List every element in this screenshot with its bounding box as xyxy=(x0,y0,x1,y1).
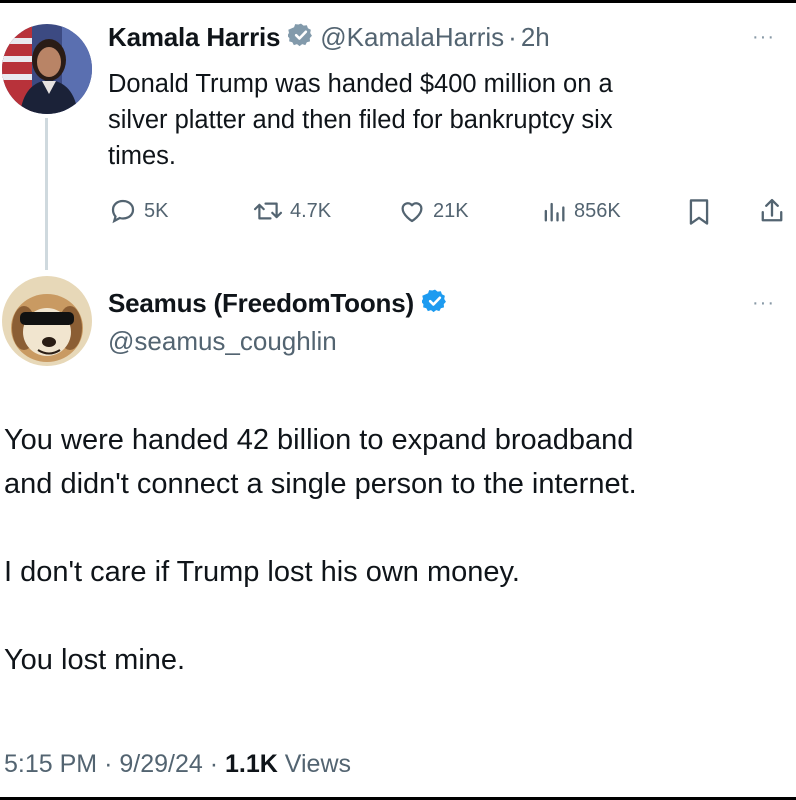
retweet-icon xyxy=(252,196,284,226)
author-handle[interactable]: @KamalaHarris xyxy=(320,22,504,53)
timestamp[interactable]: 2h xyxy=(521,22,550,53)
seamus-avatar[interactable] xyxy=(2,276,92,366)
separator-dot: · xyxy=(104,750,113,778)
views-count: 856K xyxy=(574,199,621,222)
post-date[interactable]: 9/29/24 xyxy=(119,750,202,778)
verified-blue-icon xyxy=(421,288,448,319)
retweet-button[interactable]: 4.7K xyxy=(252,196,331,226)
post-time[interactable]: 5:15 PM xyxy=(4,750,97,778)
text-line: You lost mine. xyxy=(4,644,186,676)
author-handle[interactable]: @seamus_coughlin xyxy=(108,326,337,357)
analytics-bars-icon xyxy=(540,196,568,226)
views-button[interactable]: 856K xyxy=(540,196,621,226)
tweet-meta: 5:15 PM · 9/29/24 · 1.1K Views xyxy=(4,750,351,779)
text-line: times. xyxy=(108,142,177,170)
view-count: 1.1K xyxy=(225,750,278,778)
heart-icon xyxy=(397,196,427,226)
top-border xyxy=(0,0,796,3)
reply-tweet-text: You were handed 42 billion to expand bro… xyxy=(4,418,794,682)
reply-tweet-header: Seamus (FreedomToons) xyxy=(108,288,448,319)
reply-count: 5K xyxy=(144,199,169,222)
bookmark-button[interactable] xyxy=(686,197,712,232)
share-icon xyxy=(758,198,786,230)
reply-button[interactable]: 5K xyxy=(108,196,168,226)
like-button[interactable]: 21K xyxy=(397,196,469,226)
bookmark-icon xyxy=(686,199,712,231)
original-tweet-text: Donald Trump was handed $400 million on … xyxy=(108,66,748,174)
text-line: Donald Trump was handed $400 million on … xyxy=(108,70,613,98)
more-options-icon[interactable]: ··· xyxy=(752,26,775,49)
separator-dot: · xyxy=(508,22,517,52)
author-name[interactable]: Kamala Harris xyxy=(108,22,280,53)
separator-dot: · xyxy=(209,750,219,778)
text-line: I don't care if Trump lost his own money… xyxy=(4,556,520,588)
kamala-harris-avatar[interactable] xyxy=(2,24,92,114)
text-line: You were handed 42 billion to expand bro… xyxy=(4,424,634,456)
like-count: 21K xyxy=(433,199,469,222)
more-options-icon[interactable]: ··· xyxy=(752,292,775,315)
share-button[interactable] xyxy=(758,196,786,231)
retweet-count: 4.7K xyxy=(290,199,332,222)
reply-icon xyxy=(108,196,138,226)
text-line: silver platter and then filed for bankru… xyxy=(108,106,613,134)
author-name[interactable]: Seamus (FreedomToons) xyxy=(108,288,414,319)
original-tweet-header: Kamala Harris @KamalaHarris · 2h xyxy=(108,22,550,53)
thread-connector xyxy=(45,118,48,270)
views-label: Views xyxy=(284,750,352,778)
text-line: and didn't connect a single person to th… xyxy=(4,468,637,500)
verified-gray-icon xyxy=(287,22,314,53)
